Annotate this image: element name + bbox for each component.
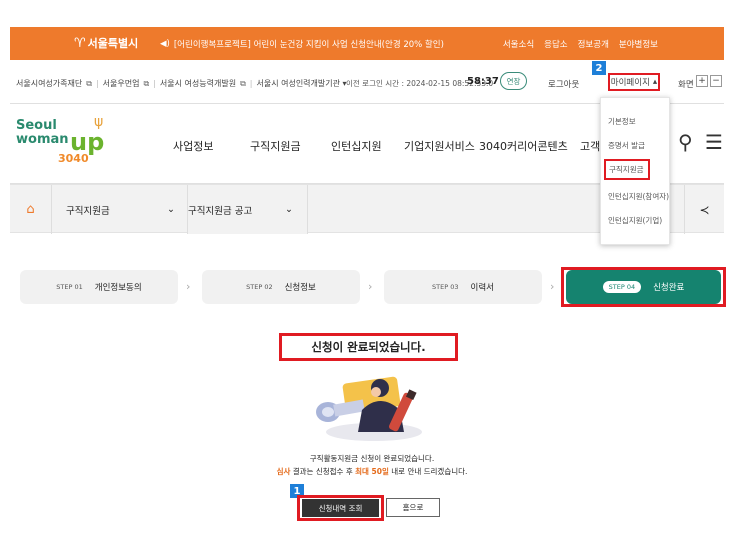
- nav-job-support-fund[interactable]: 구직지원금: [250, 138, 301, 154]
- site-link-foundation[interactable]: 서울시여성가족재단: [16, 78, 82, 89]
- subnav-menu-1[interactable]: 구직지원금 ⌄: [52, 185, 188, 234]
- chevron-right-icon: ›: [550, 280, 555, 293]
- home-button[interactable]: 홈으로: [386, 498, 440, 517]
- separator: |: [153, 79, 156, 88]
- extend-session-button[interactable]: 연장: [500, 72, 527, 90]
- seoul-logo-icon: ♈: [74, 35, 86, 51]
- step-3-number: STEP 03: [432, 283, 459, 291]
- notice-banner[interactable]: ◀) [어린이행복프로젝트] 어린이 눈건강 지킴이 사업 신청안내(안경 20…: [160, 38, 444, 50]
- completion-title: 신청이 완료되었습니다.: [279, 333, 458, 361]
- view-application-button[interactable]: 신청내역 조회: [302, 499, 379, 517]
- utility-bar: 서울시여성가족재단 ⧉ | 서울우먼업 ⧉ | 서울시 여성능력개발원 ⧉ | …: [10, 70, 724, 98]
- completion-illustration: [316, 376, 422, 441]
- chevron-right-icon: ›: [186, 280, 191, 293]
- logout-link[interactable]: 로그아웃: [548, 78, 579, 90]
- site-link-development-center[interactable]: 서울시 여성능력개발원: [160, 78, 236, 89]
- external-link-icon: ⧉: [143, 78, 150, 88]
- review-notice-text-1: 결과는 신청접수 후: [290, 467, 356, 476]
- separator: |: [95, 79, 99, 88]
- nav-internship-support[interactable]: 인턴십지원: [331, 138, 382, 154]
- step-2-label: 신청정보: [284, 283, 316, 293]
- mypage-label: 마이페이지: [610, 78, 650, 88]
- review-notice-period: 최대 50일: [355, 467, 389, 476]
- leaf-icon: ψ: [94, 114, 104, 130]
- family-sites: 서울시여성가족재단 ⧉ | 서울우먼업 ⧉ | 서울시 여성능력개발원 ⧉ | …: [16, 78, 347, 89]
- review-notice-text-2: 내로 안내 드리겠습니다.: [388, 467, 468, 476]
- site-link-institutions[interactable]: 서울시 여성인력개발기관 ▾: [256, 78, 346, 89]
- dropdown-item-internship-participant[interactable]: 인턴십지원(참여자): [608, 191, 669, 202]
- logo-text-seoul: Seoul: [16, 118, 57, 133]
- link-info-disclosure[interactable]: 정보공개: [578, 38, 609, 50]
- external-link-icon: ⧉: [86, 78, 92, 88]
- notice-text: [어린이행복프로젝트] 어린이 눈건강 지킴이 사업 신청안내(안경 20% 할…: [173, 40, 444, 50]
- step-3-label: 이력서: [470, 283, 494, 293]
- step-3: STEP 03 이력서: [384, 270, 542, 304]
- seoul-logo[interactable]: ♈ 서울특별시: [74, 35, 138, 51]
- screen-size-label: 화면: [678, 80, 694, 90]
- dropdown-item-certificate[interactable]: 증명서 발급: [608, 140, 645, 151]
- separator: |: [249, 79, 253, 88]
- top-links: 서울소식 응답소 정보공개 분야별정보: [503, 38, 658, 50]
- site-link-womanup[interactable]: 서울우먼업: [103, 78, 140, 89]
- nav-customer[interactable]: 고객: [580, 138, 600, 154]
- dropdown-item-basic-info[interactable]: 기본정보: [608, 116, 636, 127]
- subnav-menu-1-label: 구직지원금: [66, 205, 110, 217]
- top-bar: ♈ 서울특별시 ◀) [어린이행복프로젝트] 어린이 눈건강 지킴이 사업 신청…: [10, 27, 724, 60]
- subnav-menu-2[interactable]: 구직지원금 공고 ⌄: [188, 185, 308, 234]
- chevron-down-icon: ⌄: [285, 204, 293, 215]
- dropdown-item-job-support-fund[interactable]: 구직지원금: [604, 159, 650, 180]
- external-link-icon: ⧉: [240, 78, 246, 88]
- mypage-dropdown: 기본정보 증명서 발급 구직지원금 인턴십지원(참여자) 인턴십지원(기업): [600, 97, 670, 245]
- nav-business-info[interactable]: 사업정보: [173, 138, 213, 154]
- nav-company-support[interactable]: 기업지원서비스: [404, 138, 475, 154]
- review-notice-keyword: 심사: [276, 467, 291, 476]
- step-1-number: STEP 01: [56, 283, 83, 291]
- highlight-frame-step-4: [561, 267, 726, 307]
- nav-career-content[interactable]: 3040커리어콘텐츠: [479, 138, 568, 154]
- zoom-in-button[interactable]: +: [696, 75, 708, 87]
- share-icon[interactable]: ≺: [684, 185, 724, 234]
- chevron-right-icon: ›: [368, 280, 373, 293]
- home-icon[interactable]: ⌂: [10, 185, 52, 234]
- step-1-label: 개인정보동의: [94, 283, 142, 293]
- chevron-up-icon: ▴: [652, 77, 658, 87]
- step-badge-2: 2: [592, 61, 606, 75]
- chevron-down-icon: ⌄: [167, 204, 175, 215]
- step-2-number: STEP 02: [246, 283, 273, 291]
- link-eungdapso[interactable]: 응답소: [544, 38, 567, 50]
- search-icon[interactable]: ⚲: [678, 130, 693, 154]
- seoul-logo-text: 서울특별시: [87, 37, 139, 50]
- dropdown-item-internship-company[interactable]: 인턴십지원(기업): [608, 215, 662, 226]
- menu-icon[interactable]: ☰: [705, 130, 723, 154]
- mypage-menu-button[interactable]: 마이페이지 ▴: [608, 73, 660, 91]
- step-2: STEP 02 신청정보: [202, 270, 360, 304]
- zoom-out-button[interactable]: −: [710, 75, 722, 87]
- step-1: STEP 01 개인정보동의: [20, 270, 178, 304]
- link-field-info[interactable]: 분야별정보: [619, 38, 658, 50]
- session-timer: 58:37: [467, 76, 499, 87]
- subnav-menu-2-label: 구직지원금 공고: [188, 205, 253, 217]
- completion-message: 구직활동지원금 신청이 완료되었습니다.: [309, 454, 435, 463]
- link-seoul-news[interactable]: 서울소식: [503, 38, 534, 50]
- speaker-icon: ◀): [160, 39, 170, 49]
- review-notice: 심사 결과는 신청접수 후 최대 50일 내로 안내 드리겠습니다.: [0, 466, 744, 477]
